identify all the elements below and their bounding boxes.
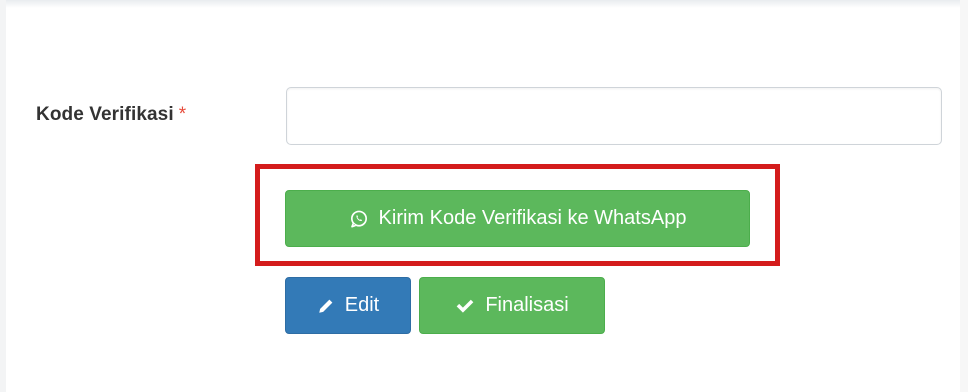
verification-form-page: Kode Verifikasi * Kirim Kode Verifikasi k… [0,0,968,392]
edit-button-label: Edit [344,294,380,316]
top-divider [0,0,960,8]
pencil-icon [317,297,335,315]
required-marker: * [178,104,187,125]
left-edge [0,0,6,392]
check-icon [455,297,475,315]
verification-code-label-text: Kode Verifikasi [36,104,174,125]
finalize-button-label: Finalisasi [485,294,569,316]
verification-code-label: Kode Verifikasi * [36,104,186,126]
send-whatsapp-code-button[interactable]: Kirim Kode Verifikasi ke WhatsApp [285,190,750,247]
send-whatsapp-code-label: Kirim Kode Verifikasi ke WhatsApp [378,207,687,229]
right-edge [960,0,968,392]
verification-code-input[interactable] [286,87,942,145]
edit-button[interactable]: Edit [285,277,411,334]
finalize-button[interactable]: Finalisasi [419,277,605,334]
whatsapp-icon [349,209,369,229]
